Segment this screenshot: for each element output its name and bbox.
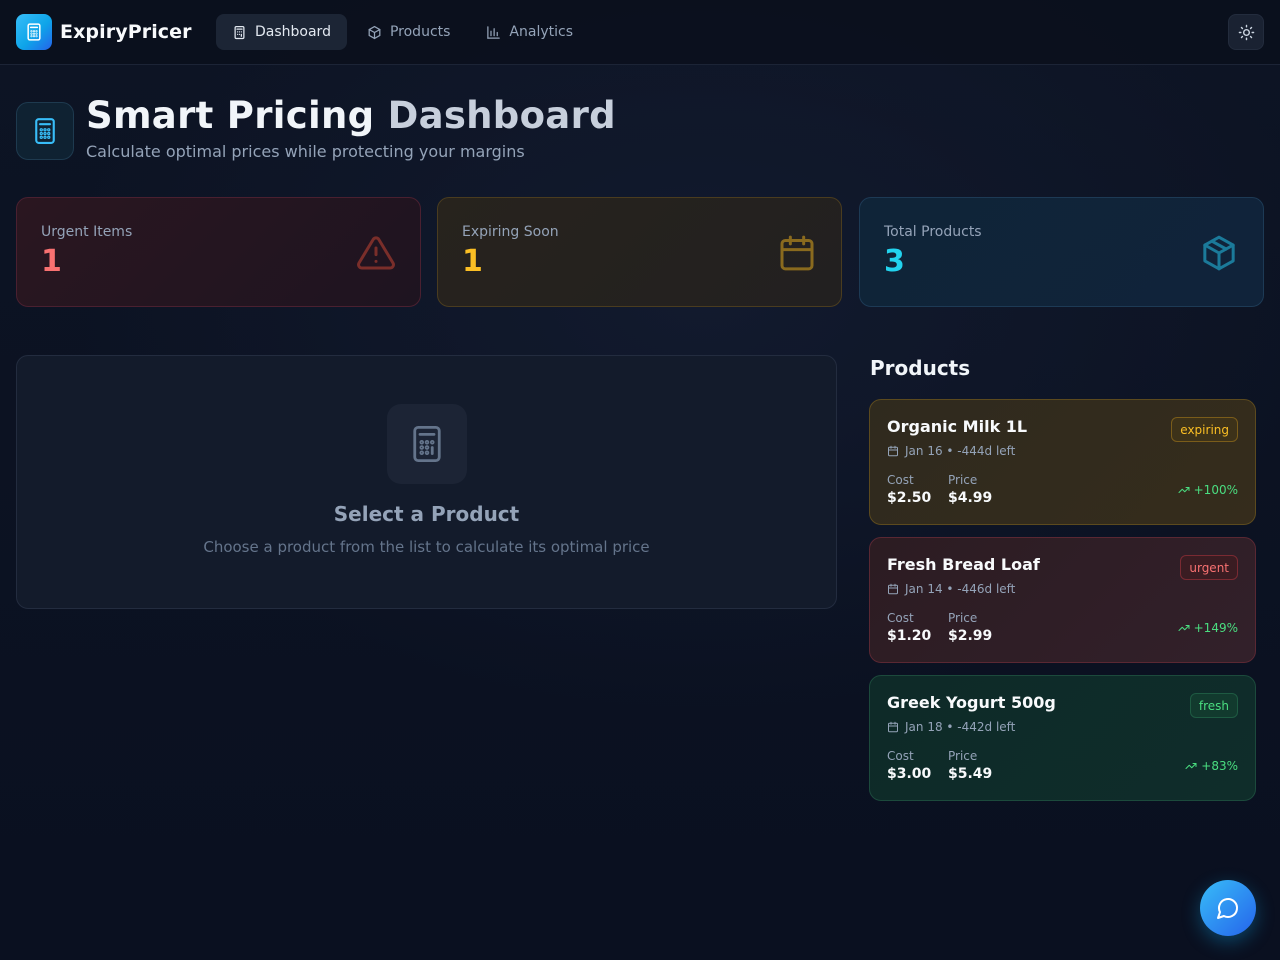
calculator-icon [387, 404, 467, 484]
page-title-part1: Smart Pricing [86, 94, 375, 137]
top-nav: ExpiryPricer Dashboard Products Analytic… [0, 0, 1280, 65]
product-card[interactable]: Greek Yogurt 500g fresh Jan 18 • -442d l… [869, 675, 1256, 801]
trending-up-icon [1185, 763, 1197, 769]
page-title: Smart Pricing Dashboard [86, 94, 616, 138]
box-icon [368, 25, 381, 39]
product-expiry: Jan 14 • -446d left [887, 582, 1015, 596]
margin-indicator: +83% [1185, 759, 1238, 773]
expiry-text: Jan 14 • -446d left [905, 582, 1016, 596]
nav-item-label: Products [389, 24, 451, 40]
alert-triangle-icon [357, 236, 395, 270]
nav-item-label: Dashboard [255, 24, 331, 40]
nav-item-analytics[interactable]: Analytics [470, 14, 589, 50]
box-icon [1203, 235, 1235, 271]
empty-state-subtitle: Choose a product from the list to calcul… [203, 538, 650, 556]
stat-value: 3 [884, 244, 905, 279]
calculator-icon [234, 25, 245, 39]
product-expiry: Jan 18 • -442d left [887, 720, 1015, 734]
theme-toggle-button[interactable] [1228, 14, 1264, 50]
page-subtitle: Calculate optimal prices while protectin… [86, 142, 525, 161]
cost-label: Cost [887, 473, 914, 487]
trending-up-icon [1178, 487, 1190, 493]
product-card[interactable]: Organic Milk 1L expiring Jan 16 • -444d … [869, 399, 1256, 525]
status-badge: expiring [1171, 417, 1238, 442]
price-label: Price [948, 473, 978, 487]
stat-label: Total Products [884, 224, 982, 240]
product-card[interactable]: Fresh Bread Loaf urgent Jan 14 • -446d l… [869, 537, 1256, 663]
cost-value: $3.00 [887, 766, 932, 782]
price-label: Price [948, 749, 978, 763]
stat-label: Urgent Items [41, 224, 133, 240]
nav-item-dashboard[interactable]: Dashboard [216, 14, 347, 50]
product-name: Greek Yogurt 500g [887, 693, 1056, 712]
product-name: Organic Milk 1L [887, 417, 1028, 436]
price-value: $5.49 [948, 766, 993, 782]
nav-item-products[interactable]: Products [351, 14, 466, 50]
stat-card-expiring[interactable]: Expiring Soon 1 [437, 197, 842, 307]
price-value: $2.99 [948, 628, 993, 644]
stat-value: 1 [41, 244, 62, 279]
nav-links: Dashboard Products Analytics [216, 14, 593, 50]
product-name: Fresh Bread Loaf [887, 555, 1040, 574]
nav-item-label: Analytics [509, 24, 573, 40]
product-expiry: Jan 16 • -444d left [887, 444, 1015, 458]
cost-label: Cost [887, 611, 914, 625]
calculator-icon [16, 14, 52, 50]
stat-card-urgent[interactable]: Urgent Items 1 [16, 197, 421, 307]
calculator-panel: Select a Product Choose a product from t… [16, 355, 837, 609]
brand[interactable]: ExpiryPricer [16, 14, 192, 50]
margin-value: +149% [1193, 621, 1238, 635]
calendar-icon [780, 235, 814, 271]
expiry-text: Jan 18 • -442d left [905, 720, 1016, 734]
cost-value: $1.20 [887, 628, 932, 644]
trending-up-icon [1178, 625, 1190, 631]
chat-button[interactable] [1200, 880, 1256, 936]
calendar-icon [888, 445, 898, 457]
products-heading: Products [870, 356, 971, 380]
status-badge: fresh [1189, 693, 1238, 718]
margin-indicator: +149% [1178, 621, 1238, 635]
margin-value: +83% [1201, 759, 1238, 773]
expiry-text: Jan 16 • -444d left [905, 444, 1016, 458]
calendar-icon [888, 721, 898, 733]
page-title-part2: Dashboard [387, 94, 616, 137]
stat-label: Expiring Soon [462, 224, 559, 240]
calendar-icon [888, 583, 898, 595]
cost-value: $2.50 [887, 490, 932, 506]
margin-indicator: +100% [1178, 483, 1238, 497]
bar-chart-icon [487, 25, 501, 39]
stat-card-total[interactable]: Total Products 3 [859, 197, 1264, 307]
stat-value: 1 [462, 244, 483, 279]
empty-state-title: Select a Product [333, 502, 520, 526]
message-circle-icon [1217, 898, 1238, 919]
calculator-icon [16, 102, 74, 160]
margin-value: +100% [1193, 483, 1238, 497]
cost-label: Cost [887, 749, 914, 763]
app-name: ExpiryPricer [60, 21, 192, 43]
price-value: $4.99 [948, 490, 993, 506]
sun-icon [1238, 24, 1254, 40]
status-badge: urgent [1180, 555, 1238, 580]
price-label: Price [948, 611, 978, 625]
